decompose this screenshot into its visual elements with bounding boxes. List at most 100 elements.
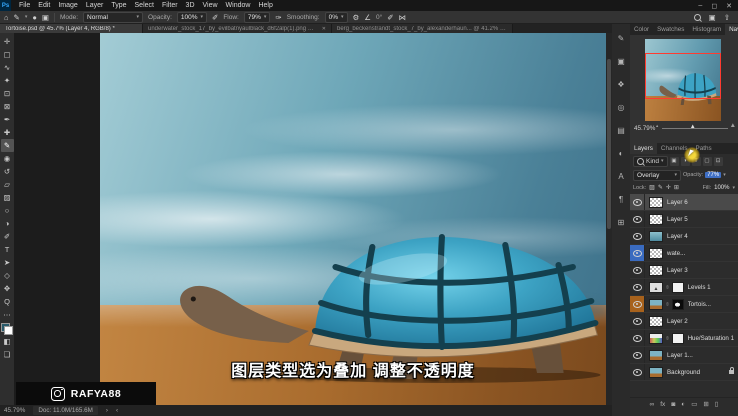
layer-row-layer6[interactable]: Layer 6 bbox=[630, 194, 738, 211]
frame-tool[interactable]: ⊠ bbox=[1, 100, 14, 113]
visibility-eye-icon[interactable] bbox=[633, 216, 642, 223]
layer-thumbnail[interactable] bbox=[649, 231, 663, 242]
layer-row-layer4[interactable]: Layer 4 bbox=[630, 228, 738, 245]
hue-saturation-adjustment-icon[interactable] bbox=[649, 333, 663, 344]
zoom-in-icon[interactable]: ▲ bbox=[730, 122, 736, 129]
layer-row-layer3[interactable]: Layer 3 bbox=[630, 262, 738, 279]
clone-source-icon[interactable]: ▣ bbox=[617, 57, 625, 67]
menu-item-edit[interactable]: Edit bbox=[34, 0, 54, 11]
symmetry-icon[interactable]: ⋈ bbox=[398, 13, 406, 22]
menu-item-filter[interactable]: Filter bbox=[158, 0, 182, 11]
layer-opacity-value[interactable]: 77% bbox=[705, 172, 721, 178]
flow-field[interactable]: 79%▾ bbox=[244, 12, 271, 23]
visibility-eye-icon[interactable] bbox=[633, 301, 642, 308]
layer-row-levels1[interactable]: ▲ ∞ Levels 1 bbox=[630, 279, 738, 296]
layer-row-tortoise[interactable]: ∞ Tortois... bbox=[630, 296, 738, 313]
dodge-tool[interactable]: ◑ bbox=[1, 217, 14, 230]
layer-row-background[interactable]: Background bbox=[630, 364, 738, 381]
layer-thumbnail[interactable] bbox=[649, 316, 663, 327]
tab-histogram[interactable]: Histogram bbox=[688, 24, 725, 35]
doc-tab-underwater[interactable]: underwater_stock_17_by_evilbatnyaulblack… bbox=[143, 24, 332, 33]
mask-link-icon[interactable]: ∞ bbox=[664, 302, 670, 306]
layer-thumbnail[interactable] bbox=[649, 214, 663, 225]
pen-tool[interactable]: ✐ bbox=[1, 230, 14, 243]
close-icon[interactable]: ✕ bbox=[726, 2, 732, 10]
glyphs-icon[interactable]: A bbox=[618, 172, 623, 182]
menu-item-select[interactable]: Select bbox=[131, 0, 158, 11]
tab-layers[interactable]: Layers bbox=[630, 143, 657, 154]
layer-row-layer2[interactable]: Layer 2 bbox=[630, 313, 738, 330]
pressure-opacity-icon[interactable]: ✐ bbox=[212, 13, 218, 22]
visibility-eye-icon[interactable] bbox=[633, 369, 642, 376]
slider-thumb[interactable]: ▲ bbox=[690, 124, 696, 130]
histogram-icon[interactable]: ▤ bbox=[617, 126, 625, 136]
layer-blend-mode-select[interactable]: Overlay ▾ bbox=[633, 170, 681, 181]
status-zoom-value[interactable]: 45.79% bbox=[4, 407, 25, 414]
layer-mask-thumbnail[interactable] bbox=[672, 333, 684, 344]
menu-item-layer[interactable]: Layer bbox=[82, 0, 108, 11]
menu-item-view[interactable]: View bbox=[199, 0, 222, 11]
menu-item-window[interactable]: Window bbox=[222, 0, 255, 11]
scrollbar-thumb[interactable] bbox=[607, 59, 611, 229]
visibility-eye-icon[interactable] bbox=[633, 267, 642, 274]
link-layers-icon[interactable]: ∞ bbox=[650, 401, 655, 408]
layer-mask-icon[interactable]: ◙ bbox=[671, 401, 675, 408]
visibility-eye-icon[interactable] bbox=[633, 318, 642, 325]
tab-navigator[interactable]: Navigator bbox=[725, 24, 738, 35]
pressure-size-icon[interactable]: ✐ bbox=[387, 13, 393, 22]
background-color-swatch[interactable] bbox=[4, 326, 13, 335]
search-icon[interactable] bbox=[694, 14, 701, 21]
layer-thumbnail[interactable] bbox=[649, 248, 663, 259]
visibility-eye-icon[interactable] bbox=[633, 284, 642, 291]
move-tool[interactable]: ✛ bbox=[1, 35, 14, 48]
libraries-icon[interactable]: ❖ bbox=[617, 80, 624, 90]
screen-mode-icon[interactable]: ❏ bbox=[1, 348, 14, 361]
lock-paint-icon[interactable]: ✎ bbox=[658, 184, 663, 191]
doc-tab-tortoise[interactable]: Tortoise.psd @ 45.7% (Layer 4, RGB/8) * bbox=[0, 24, 143, 33]
layer-group-icon[interactable]: ▭ bbox=[691, 400, 697, 408]
layer-filter-kind-select[interactable]: Kind ▾ bbox=[633, 156, 668, 167]
zoom-out-icon[interactable]: ▴ bbox=[656, 123, 658, 129]
doc-tab-berg[interactable]: berg_beckenstrandt_stock_7_by_alexanderh… bbox=[332, 24, 513, 33]
home-icon[interactable]: ⌂ bbox=[4, 13, 9, 22]
lock-position-icon[interactable]: ✛ bbox=[666, 184, 671, 191]
visibility-eye-icon[interactable] bbox=[633, 352, 642, 359]
gradient-tool[interactable]: ▨ bbox=[1, 191, 14, 204]
airbrush-icon[interactable]: ✑ bbox=[275, 13, 281, 22]
navigator-zoom-value[interactable]: 45.79% bbox=[634, 125, 655, 132]
tab-color[interactable]: Color bbox=[630, 24, 653, 35]
navigator-view-box[interactable] bbox=[645, 53, 721, 99]
brush-angle-value[interactable]: 0° bbox=[376, 14, 382, 21]
hand-tool[interactable]: ✥ bbox=[1, 282, 14, 295]
healing-brush-tool[interactable]: ✚ bbox=[1, 126, 14, 139]
layer-thumbnail[interactable] bbox=[649, 367, 663, 378]
menu-item-help[interactable]: Help bbox=[254, 0, 276, 11]
layer-thumbnail[interactable] bbox=[649, 197, 663, 208]
status-expand-icon[interactable]: › bbox=[106, 407, 108, 414]
visibility-eye-icon[interactable] bbox=[633, 250, 642, 257]
zoom-tool[interactable]: Q bbox=[1, 295, 14, 308]
visibility-eye-icon[interactable] bbox=[633, 233, 642, 240]
opacity-field[interactable]: 100%▾ bbox=[177, 12, 207, 23]
filter-smart-object-icon[interactable]: ⊡ bbox=[714, 157, 723, 166]
workspace-icon[interactable]: ▣ bbox=[709, 13, 716, 22]
mask-link-icon[interactable]: ∞ bbox=[664, 336, 670, 340]
brush-settings-toggle-icon[interactable]: ▣ bbox=[42, 13, 49, 22]
filter-image-icon[interactable]: ▣ bbox=[670, 157, 679, 166]
quick-mask-icon[interactable]: ◧ bbox=[1, 335, 14, 348]
visibility-eye-icon[interactable] bbox=[633, 335, 642, 342]
navigator-zoom-slider[interactable]: ▲ bbox=[662, 128, 728, 129]
menu-item-file[interactable]: File bbox=[15, 0, 34, 11]
status-collapse-icon[interactable]: ‹ bbox=[116, 407, 118, 414]
eraser-tool[interactable]: ▱ bbox=[1, 178, 14, 191]
adjustment-layer-icon[interactable]: ◐ bbox=[681, 401, 685, 408]
quick-selection-tool[interactable]: ✦ bbox=[1, 74, 14, 87]
blend-mode-select[interactable]: Normal▾ bbox=[83, 12, 143, 23]
tab-close-icon[interactable]: ✕ bbox=[322, 26, 326, 32]
layer-thumbnail[interactable] bbox=[649, 350, 663, 361]
lasso-tool[interactable]: ∿ bbox=[1, 61, 14, 74]
menu-item-3d[interactable]: 3D bbox=[182, 0, 199, 11]
mask-link-icon[interactable]: ∞ bbox=[664, 285, 670, 289]
brush-tool[interactable]: ✎ bbox=[1, 139, 14, 152]
path-selection-tool[interactable]: ➤ bbox=[1, 256, 14, 269]
